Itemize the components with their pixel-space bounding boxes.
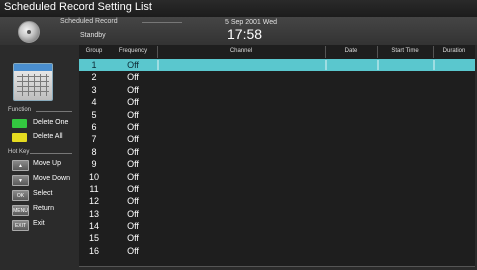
date-text: 5 Sep 2001 Wed: [225, 19, 278, 26]
group-number: 4: [91, 97, 97, 108]
window-title: Scheduled Record Setting List: [4, 1, 152, 13]
group-number: 6: [91, 121, 97, 132]
scheduled-record-label: Scheduled Record: [60, 18, 118, 25]
group-number: 8: [91, 146, 97, 157]
column-header-channel: Channel: [229, 48, 253, 54]
group-number: 1: [91, 60, 97, 70]
frequency-value: Off: [127, 84, 139, 95]
table-header: Group Frequency Channel Date Start Time …: [79, 45, 475, 59]
function-section-label: Function: [8, 107, 32, 113]
table-row[interactable]: 9 Off: [79, 158, 475, 170]
disc-icon: [18, 21, 40, 43]
delete-all-label[interactable]: Delete All: [33, 133, 63, 140]
table-row[interactable]: 15 Off: [79, 232, 475, 244]
group-number: 11: [89, 183, 99, 194]
select-label[interactable]: Select: [33, 190, 52, 197]
hotkey-section-label: Hot Key: [8, 149, 30, 155]
frequency-value: Off: [127, 245, 139, 256]
green-key-icon[interactable]: [12, 119, 27, 128]
group-number: 2: [91, 72, 97, 83]
down-arrow-icon[interactable]: ▼: [12, 175, 29, 186]
clock-time: 17:58: [227, 26, 263, 42]
calendar-icon: [13, 63, 53, 101]
frequency-value: Off: [127, 171, 139, 182]
frequency-value: Off: [127, 109, 139, 120]
table-row[interactable]: 16 Off: [79, 245, 475, 257]
exit-key-icon[interactable]: EXIT: [12, 220, 29, 231]
return-label[interactable]: Return: [33, 205, 54, 212]
frequency-value: Off: [127, 134, 139, 145]
group-number: 16: [88, 245, 99, 256]
group-number: 15: [88, 233, 99, 244]
group-number: 7: [91, 134, 97, 145]
divider: [79, 266, 475, 267]
frequency-value: Off: [127, 159, 139, 170]
table-row[interactable]: 8 Off: [79, 146, 475, 158]
divider: [30, 153, 72, 154]
table-row[interactable]: 1 Off: [79, 59, 475, 72]
sidebar: Function Delete One Delete All Hot Key ▲…: [0, 45, 78, 270]
table-row[interactable]: 2 Off: [79, 71, 475, 83]
delete-one-label[interactable]: Delete One: [33, 119, 68, 126]
group-number: 12: [88, 196, 99, 207]
frequency-value: Off: [127, 121, 139, 132]
table-body: 1 Off 2 Off 3 Off 4 Off 5 Off 6 Off 7 Off 8 Off 9 Off 10 Of…: [79, 59, 475, 257]
group-number: 13: [88, 208, 99, 219]
frequency-value: Off: [127, 72, 139, 83]
group-number: 10: [88, 171, 99, 182]
frequency-value: Off: [127, 60, 139, 70]
menu-key-icon[interactable]: MENU: [12, 205, 29, 216]
status-text: Standby: [80, 32, 106, 39]
divider: [142, 22, 182, 23]
divider: [36, 111, 72, 112]
table-row[interactable]: 3 Off: [79, 84, 475, 96]
group-number: 14: [88, 221, 99, 232]
frequency-value: Off: [127, 146, 139, 157]
frequency-value: Off: [127, 233, 139, 244]
table-row[interactable]: 10 Off: [79, 171, 475, 183]
frequency-value: Off: [127, 97, 139, 108]
column-header-frequency: Frequency: [118, 48, 148, 54]
up-arrow-icon[interactable]: ▲: [12, 160, 29, 171]
info-bar: Scheduled Record Standby 5 Sep 2001 Wed …: [0, 17, 477, 45]
frequency-value: Off: [127, 183, 139, 194]
yellow-key-icon[interactable]: [12, 133, 27, 142]
table-row[interactable]: 6 Off: [79, 121, 475, 133]
table-row[interactable]: 14 Off: [79, 220, 475, 232]
column-header-duration: Duration: [442, 48, 466, 54]
table-row[interactable]: 4 Off: [79, 96, 475, 108]
group-number: 3: [91, 84, 97, 95]
schedule-table: Group Frequency Channel Date Start Time …: [79, 45, 475, 267]
table-row[interactable]: 13 Off: [79, 208, 475, 220]
ok-key-icon[interactable]: OK: [12, 190, 29, 201]
column-header-group: Group: [85, 48, 103, 54]
table-row[interactable]: 11 Off: [79, 183, 475, 195]
title-bar: Scheduled Record Setting List: [0, 0, 477, 18]
move-up-label[interactable]: Move Up: [33, 160, 61, 167]
table-row[interactable]: 5 Off: [79, 109, 475, 121]
move-down-label[interactable]: Move Down: [33, 175, 70, 182]
column-header-date: Date: [344, 48, 358, 54]
group-number: 9: [91, 159, 97, 170]
column-header-start-time: Start Time: [391, 48, 419, 54]
frequency-value: Off: [127, 208, 139, 219]
frequency-value: Off: [127, 196, 139, 207]
table-row[interactable]: 12 Off: [79, 195, 475, 207]
table-row[interactable]: 7 Off: [79, 133, 475, 145]
frequency-value: Off: [127, 221, 139, 232]
exit-label[interactable]: Exit: [33, 220, 45, 227]
group-number: 5: [91, 109, 97, 120]
